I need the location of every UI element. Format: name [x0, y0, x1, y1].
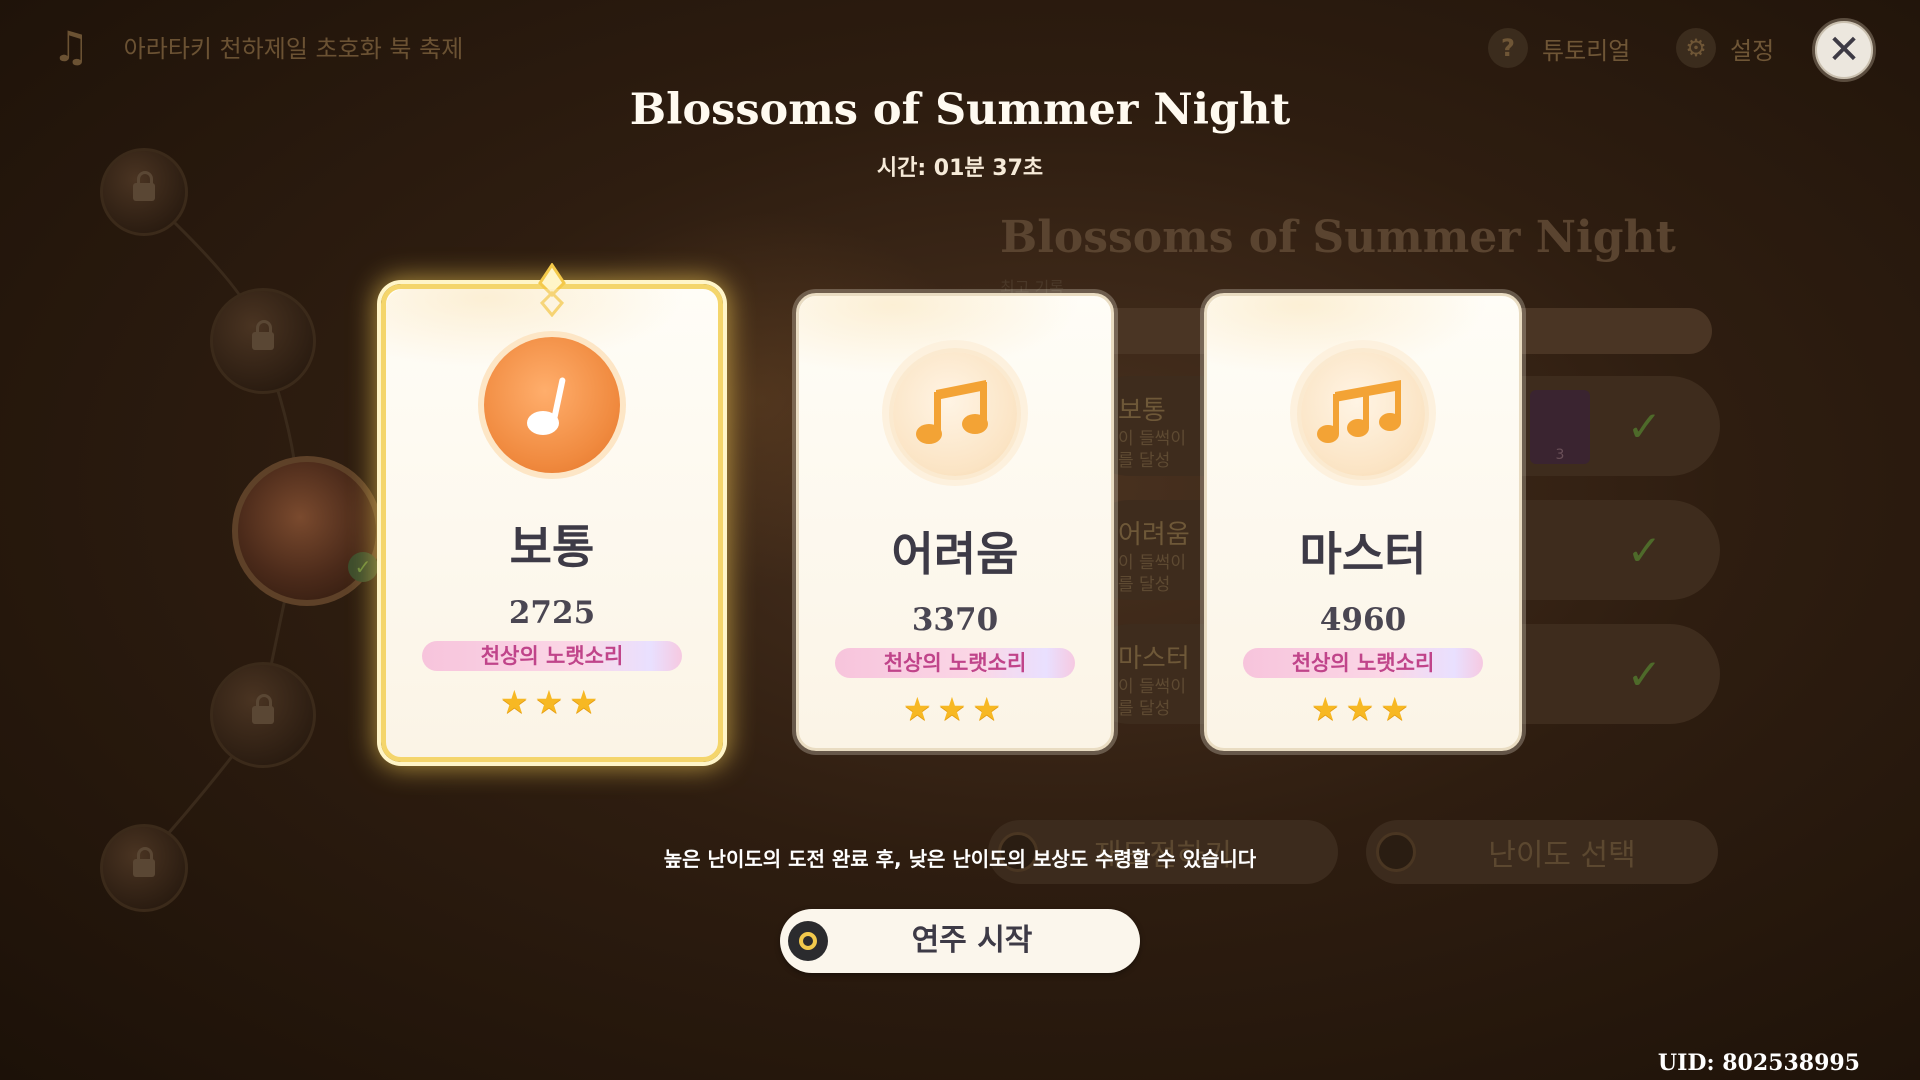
- settings-button[interactable]: ⚙ 설정: [1676, 28, 1774, 68]
- lock-icon: [133, 171, 155, 201]
- row-desc: 이 들썩이 를 달성: [1118, 677, 1186, 719]
- difficulty-card-normal[interactable]: 보통 2725 천상의 노랫소리 ★★★: [381, 263, 723, 762]
- difficulty-card-hard[interactable]: 어려움 3370 천상의 노랫소리 ★★★: [796, 293, 1114, 751]
- close-button[interactable]: ✕: [1812, 18, 1876, 82]
- row-label: 보통: [1118, 396, 1166, 426]
- start-performance-button[interactable]: 연주 시작: [780, 909, 1140, 973]
- gear-icon: ⚙: [1676, 28, 1716, 68]
- triple-note-icon: [1301, 352, 1425, 476]
- tutorial-button[interactable]: ? 튜토리얼: [1488, 28, 1630, 68]
- score-value: 2725: [508, 595, 596, 631]
- user-id: UID: 802538995: [1657, 1050, 1860, 1076]
- background-song-title: Blossoms of Summer Night: [1000, 212, 1676, 263]
- close-icon: ✕: [1827, 27, 1861, 73]
- check-icon: ✓: [1626, 526, 1662, 575]
- row-label: 어려움: [1118, 520, 1190, 550]
- lock-icon: [252, 694, 274, 724]
- difficulty-card-master[interactable]: 마스터 4960 천상의 노랫소리 ★★★: [1204, 293, 1522, 751]
- row-desc: 이 들썩이 를 달성: [1118, 553, 1186, 595]
- song-title: Blossoms of Summer Night: [629, 85, 1291, 135]
- star-rating: ★★★: [1310, 690, 1416, 728]
- stage-node-current[interactable]: ✓: [232, 456, 382, 606]
- score-value: 4960: [1319, 602, 1407, 638]
- start-button-label: 연주 시작: [911, 923, 1033, 958]
- reward-hint-text: 높은 난이도의 도전 완료 후, 낮은 난이도의 보상도 수령할 수 있습니다: [663, 847, 1257, 871]
- score-value: 3370: [911, 602, 999, 638]
- check-icon: ✓: [1626, 402, 1662, 451]
- song-duration: 시간: 01분 37초: [876, 156, 1044, 181]
- reward-item-icon: 3: [1530, 390, 1590, 464]
- difficulty-label: 마스터: [1299, 527, 1427, 581]
- difficulty-label: 보통: [509, 520, 595, 574]
- tutorial-label: 튜토리얼: [1542, 36, 1631, 65]
- row-label: 마스터: [1118, 644, 1190, 674]
- row-desc: 이 들썩이 를 달성: [1118, 429, 1186, 471]
- star-rating: ★★★: [902, 690, 1008, 728]
- check-icon: ✓: [1626, 650, 1662, 699]
- double-note-icon: [893, 352, 1017, 476]
- help-icon: ?: [1488, 28, 1528, 68]
- rank-badge: 천상의 노랫소리: [1243, 648, 1483, 678]
- stage-node-locked[interactable]: [210, 288, 316, 394]
- difficulty-label: 어려움: [891, 527, 1019, 581]
- lock-icon: [252, 320, 274, 350]
- single-note-icon: [484, 337, 620, 473]
- rank-badge: 천상의 노랫소리: [422, 641, 682, 671]
- rank-badge: 천상의 노랫소리: [835, 648, 1075, 678]
- star-rating: ★★★: [499, 683, 605, 721]
- check-icon: ✓: [348, 552, 378, 582]
- settings-label: 설정: [1730, 36, 1775, 65]
- stage-node-locked[interactable]: [210, 662, 316, 768]
